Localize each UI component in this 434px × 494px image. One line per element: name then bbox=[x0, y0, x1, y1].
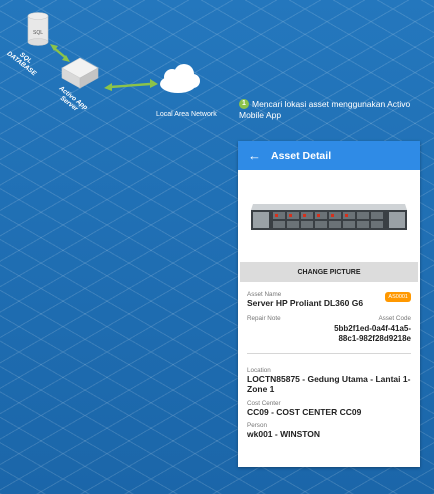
asset-id-badge: AS0001 bbox=[385, 292, 411, 302]
person-value: wk001 - WINSTON bbox=[247, 429, 321, 439]
step-number: 1 bbox=[239, 99, 249, 109]
database-icon: SQL bbox=[27, 12, 49, 46]
back-arrow-icon[interactable]: ← bbox=[248, 148, 262, 163]
code-row: Repair Note Asset Code 5bb2f1ed-0a4f-41a… bbox=[247, 315, 411, 345]
change-picture-button[interactable]: CHANGE PICTURE bbox=[240, 262, 418, 282]
repair-note-label: Repair Note bbox=[247, 314, 281, 322]
asset-code-label: Asset Code bbox=[378, 314, 411, 322]
server-icon bbox=[61, 57, 99, 89]
step-text: Mencari lokasi asset menggunakan Activo … bbox=[239, 99, 411, 120]
db-server-arrow bbox=[50, 44, 70, 62]
page-title: Asset Detail bbox=[271, 149, 332, 162]
asset-picture bbox=[238, 170, 420, 262]
phone-screen: ← Asset Detail CHANGE PICTURE Asset Name… bbox=[238, 141, 420, 467]
asset-code: 5bb2f1ed-0a4f-41a5-88c1-982f28d9218e bbox=[334, 323, 411, 344]
location-label: Location bbox=[247, 366, 271, 374]
cost-center-value: CC09 - COST CENTER CC09 bbox=[247, 406, 362, 417]
person-label: Person bbox=[247, 422, 267, 429]
app-bar: ← Asset Detail bbox=[238, 141, 420, 170]
cost-center-label: Cost Center bbox=[247, 399, 281, 407]
step-caption: 1 Mencari lokasi asset menggunakan Activo… bbox=[239, 99, 429, 121]
server-cloud-arrow bbox=[104, 79, 158, 91]
network-label: Local Area Network bbox=[156, 111, 217, 118]
divider bbox=[247, 352, 411, 354]
location-value: LOCTN85875 - Gedung Utama - Lantai 1-Zon… bbox=[247, 373, 411, 395]
asset-code-block: Asset Code 5bb2f1ed-0a4f-41a5-88c1-982f2… bbox=[321, 315, 411, 345]
asset-info: Asset Name Server HP Proliant DL360 G6 A… bbox=[238, 282, 420, 354]
db-icon-text: SQL bbox=[33, 30, 43, 36]
cloud-icon bbox=[160, 64, 200, 93]
location-section: Location LOCTN85875 - Gedung Utama - Lan… bbox=[238, 354, 420, 440]
server-rack-image bbox=[251, 204, 407, 230]
